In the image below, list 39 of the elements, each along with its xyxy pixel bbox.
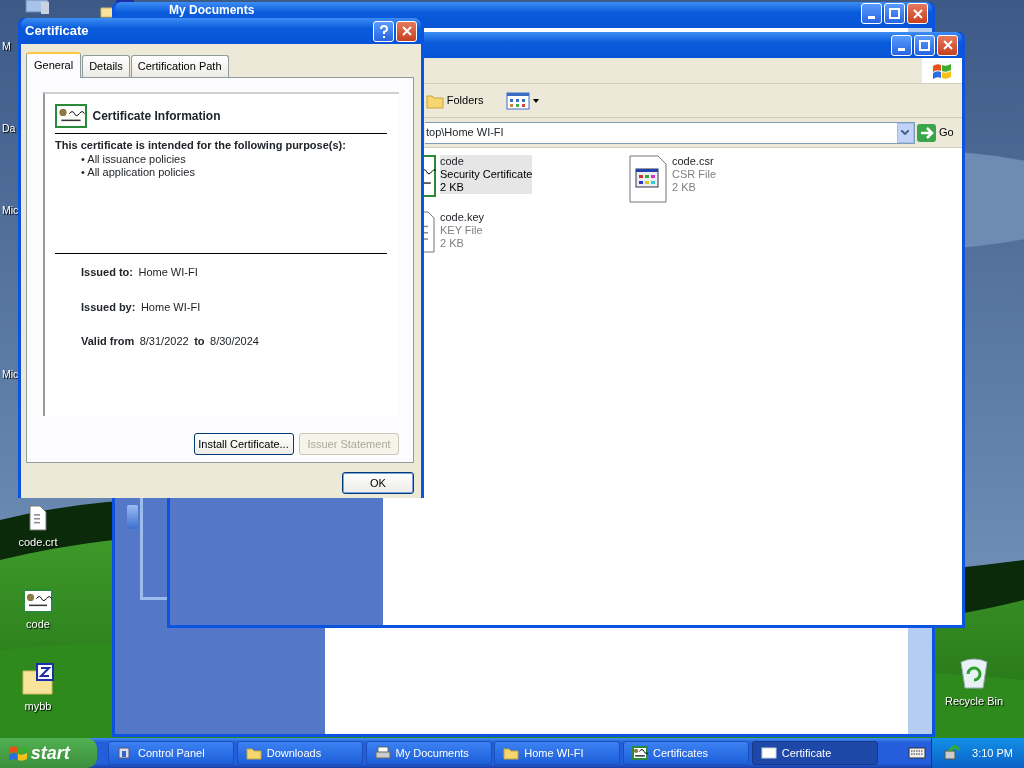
field-value: 8/30/2024 [210, 335, 259, 349]
section-heading: Certificate Information [92, 107, 221, 125]
folders-button[interactable]: Folders [420, 91, 490, 110]
desktop-icon-label[interactable]: M [2, 39, 11, 55]
ok-button[interactable]: OK [342, 471, 414, 494]
field-label: to [194, 334, 205, 350]
field-value: Home WI-FI [140, 300, 201, 314]
field-value: 8/31/2022 [139, 335, 189, 349]
window-title: Certificate [25, 22, 89, 41]
purpose-item: • All application policies [81, 166, 196, 180]
field-value: Home WI-FI [138, 266, 198, 280]
desktop-icon-label[interactable]: Da [2, 121, 16, 137]
tab[interactable]: General [26, 52, 82, 78]
window-title: My Documents [169, 3, 255, 17]
tab[interactable]: Certification Path [130, 55, 229, 77]
purpose-heading: This certificate is intended for the following purpose(s): [55, 137, 347, 153]
desktop-icon-label[interactable]: Mic [2, 367, 19, 383]
desktop-icon-label[interactable]: Mic [2, 203, 19, 219]
start-button[interactable]: start [0, 738, 97, 768]
taskbar-button[interactable]: Home WI-FI [494, 741, 621, 765]
tab[interactable]: Details [82, 55, 130, 77]
desktop-icon[interactable]: Recycle Bin [939, 658, 1009, 710]
go-button[interactable]: Go [914, 122, 957, 143]
field-label: Issued by: [81, 299, 136, 315]
desktop-icon[interactable]: mybb [3, 663, 73, 715]
install-certificate-button[interactable]: Install Certificate... [193, 432, 294, 455]
taskbar-button[interactable]: Control Panel [108, 741, 234, 765]
field-label: Valid from [81, 334, 135, 350]
desktop-icon[interactable]: code [3, 589, 73, 633]
taskbar-button[interactable]: Downloads [236, 741, 363, 765]
taskbar-button[interactable]: My Documents [365, 741, 492, 765]
taskbar-button[interactable]: Certificate [751, 741, 878, 765]
desktop-icon[interactable]: code.crt [3, 505, 73, 551]
file-item[interactable]: code.csr CSR File 2 KB [627, 154, 845, 210]
clock: 3:10 PM [972, 745, 1013, 761]
address-field[interactable]: top\Home WI-FI [425, 121, 915, 144]
purpose-item: • All issuance policies [81, 153, 187, 167]
taskbar-button[interactable]: Certificates [623, 741, 749, 765]
field-label: Issued to: [81, 265, 133, 281]
